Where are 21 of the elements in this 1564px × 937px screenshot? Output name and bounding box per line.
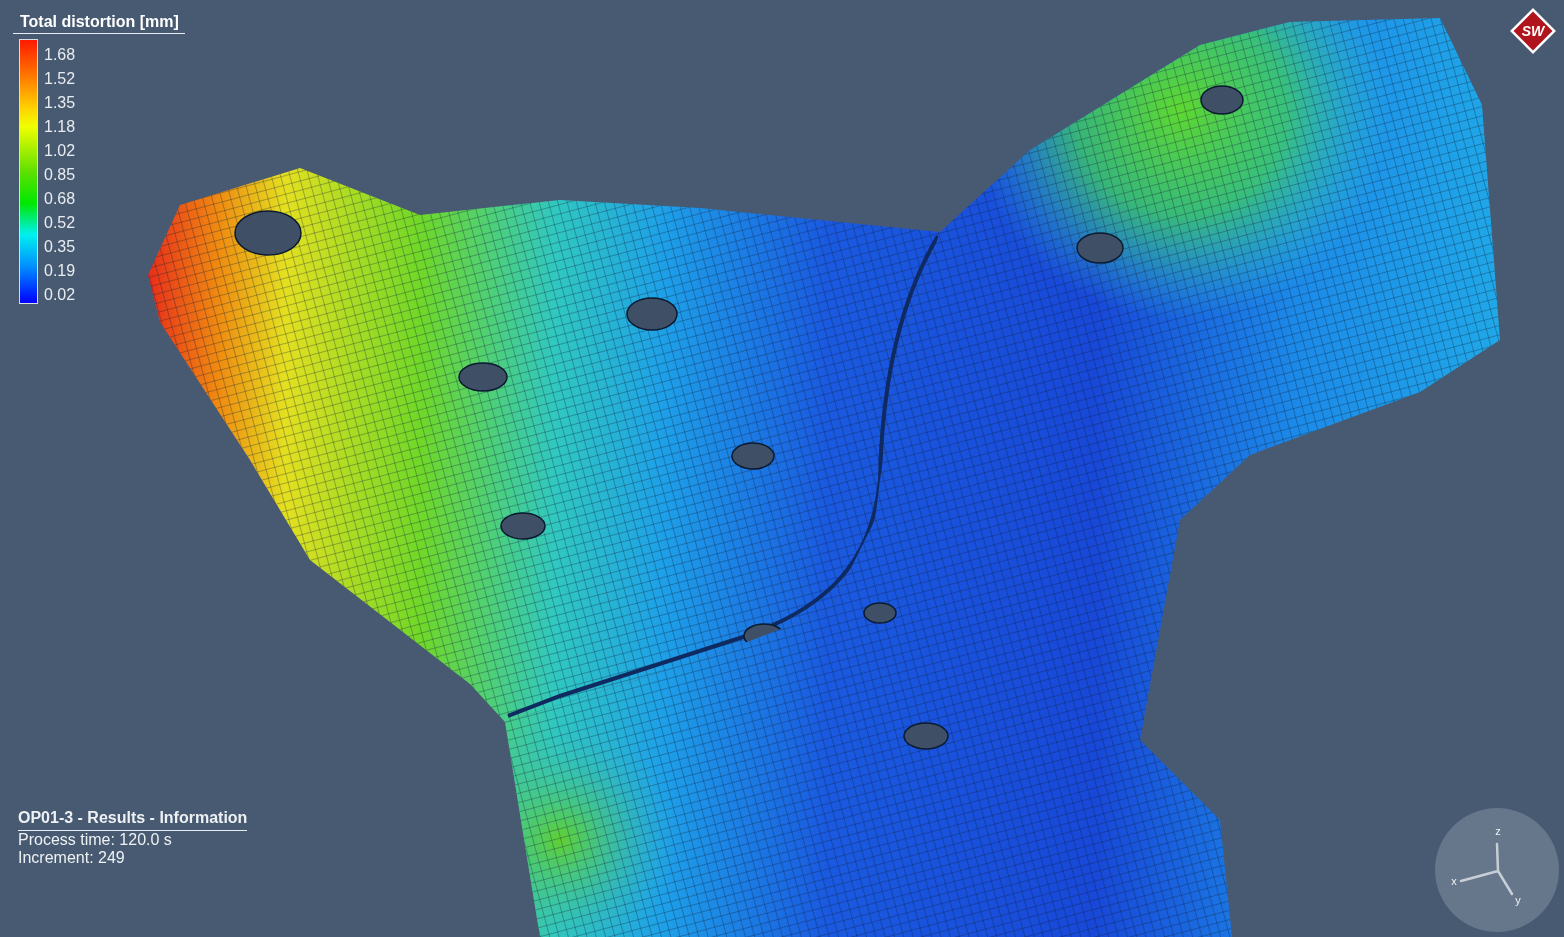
legend-value: 1.35 [44,93,76,113]
axis-triad-icon [1459,842,1514,896]
info-title: OP01-3 - Results - Information [18,808,248,831]
info-line: Process time: 120.0 s [18,831,173,849]
legend-value: 0.19 [44,261,76,281]
legend-value: 0.35 [44,237,76,257]
axis-label: y [1515,894,1521,906]
legend-value: 0.02 [44,285,76,305]
axis-label: x [1451,875,1457,887]
axis-label: z [1495,825,1501,837]
legend-value: 0.85 [44,165,76,185]
legend-title: Total distortion [mm] [13,12,185,34]
info-line: Increment: 249 [18,849,126,867]
legend-value: 1.68 [44,45,76,65]
legend-value: 1.18 [44,117,76,137]
legend-value: 1.02 [44,141,76,161]
orientation-sphere[interactable] [1435,808,1559,932]
legend-value: 0.68 [44,189,76,209]
legend-value: 1.52 [44,69,76,89]
logo: SW [1510,8,1556,54]
legend-value: 0.52 [44,213,76,233]
